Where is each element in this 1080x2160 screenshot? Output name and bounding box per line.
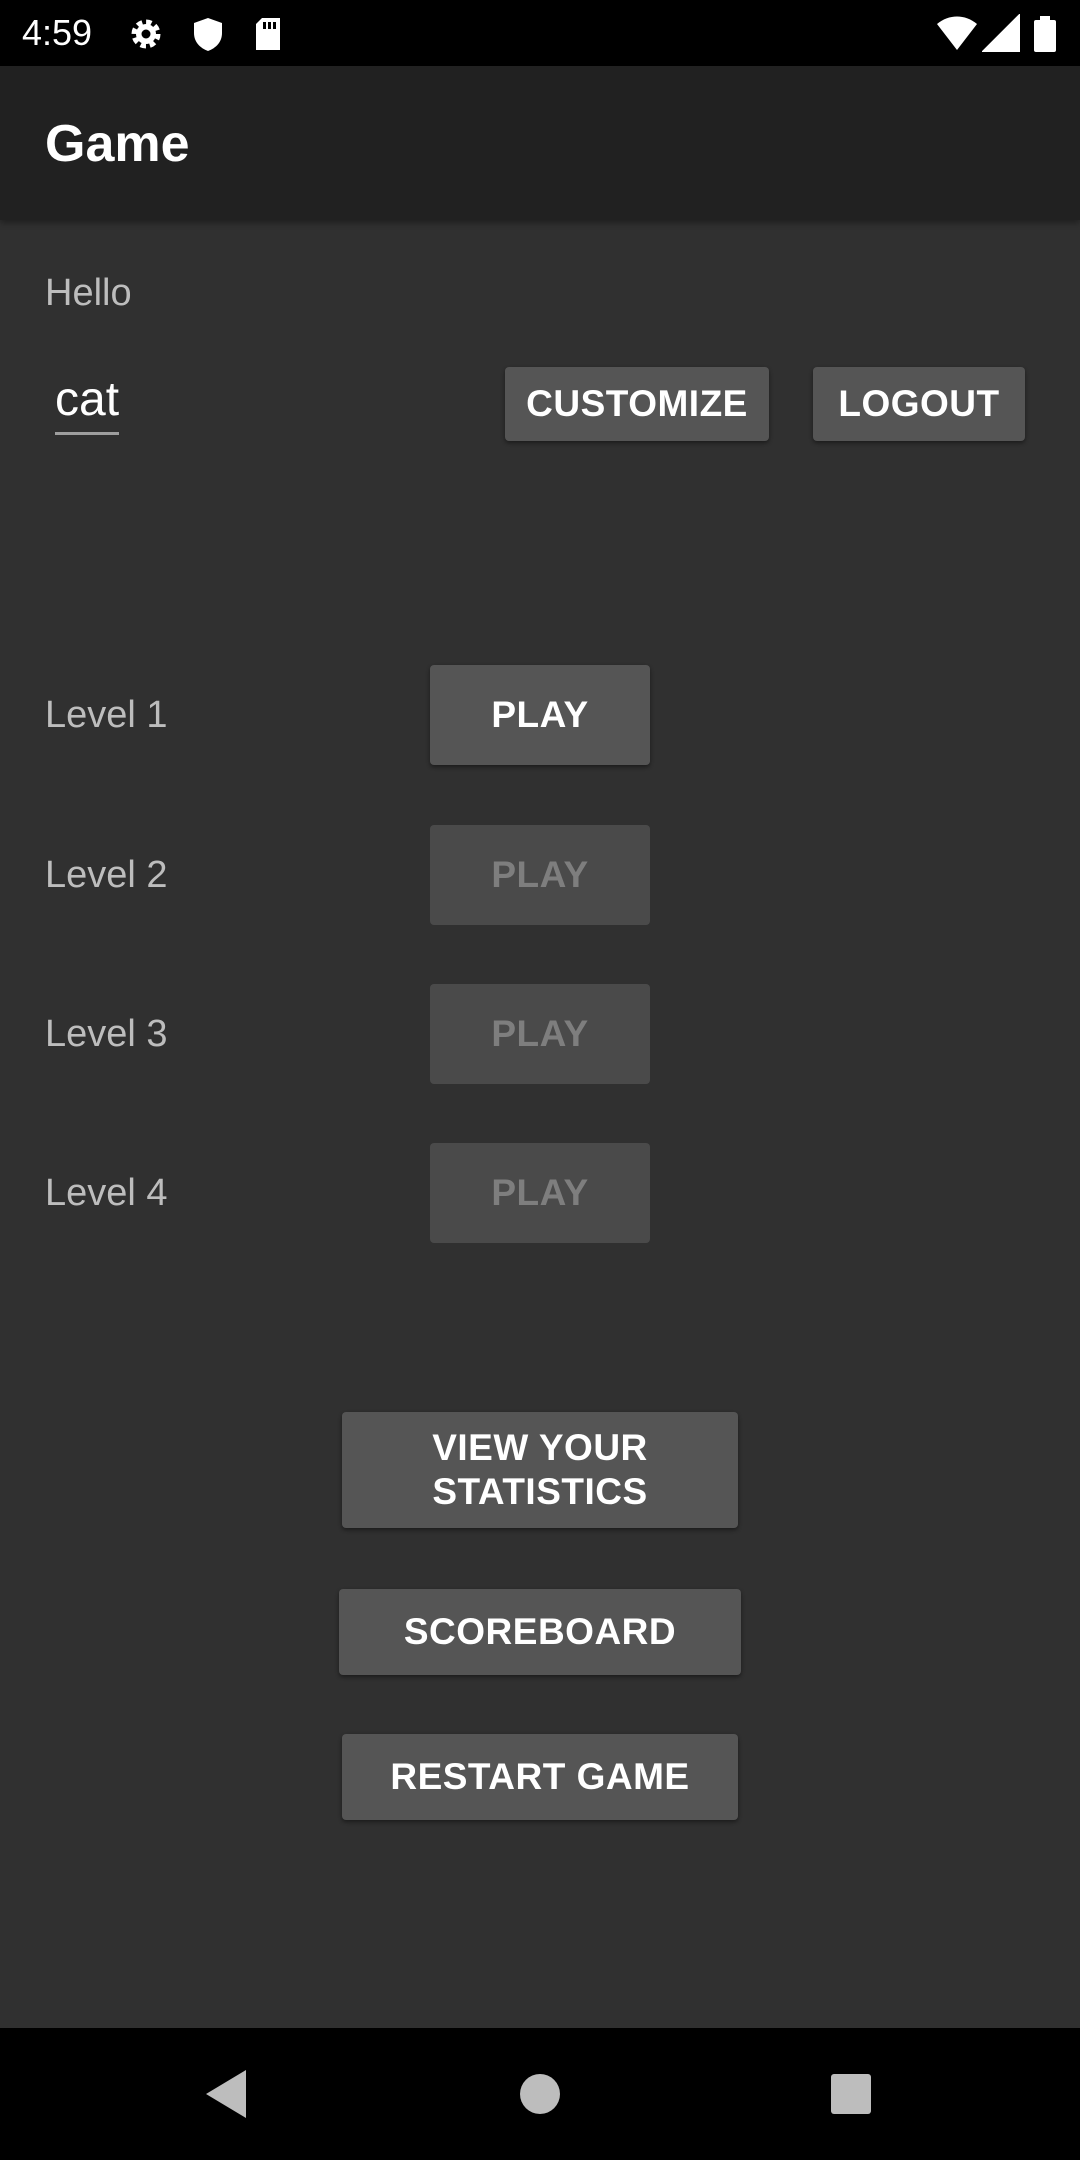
wifi-icon bbox=[935, 14, 979, 54]
level-2-play-button[interactable]: PLAY bbox=[430, 825, 650, 925]
level-4-label: Level 4 bbox=[45, 1172, 168, 1214]
status-bar: 4:59 bbox=[0, 0, 1080, 66]
settings-icon bbox=[126, 14, 166, 54]
restart-game-button[interactable]: RESTART GAME bbox=[342, 1734, 738, 1820]
shield-icon bbox=[188, 14, 228, 54]
navigation-bar bbox=[0, 2028, 1080, 2160]
recents-icon[interactable] bbox=[821, 2064, 881, 2124]
view-statistics-button[interactable]: VIEW YOUR STATISTICS bbox=[342, 1412, 738, 1528]
main-content: Hello cat CUSTOMIZE LOGOUT Level 1 PLAY … bbox=[0, 220, 1080, 2028]
status-time: 4:59 bbox=[22, 12, 93, 53]
username-field[interactable]: cat bbox=[55, 372, 120, 435]
hello-label: Hello bbox=[45, 272, 132, 314]
level-3-play-button[interactable]: PLAY bbox=[430, 984, 650, 1084]
level-3-label: Level 3 bbox=[45, 1013, 168, 1055]
battery-icon bbox=[1030, 14, 1060, 54]
app-title: Game bbox=[45, 115, 190, 173]
level-2-label: Level 2 bbox=[45, 854, 168, 896]
sd-card-icon bbox=[248, 14, 288, 54]
home-icon[interactable] bbox=[510, 2064, 570, 2124]
signal-icon bbox=[981, 13, 1022, 54]
app-bar: Game bbox=[0, 66, 1080, 220]
level-4-play-button[interactable]: PLAY bbox=[430, 1143, 650, 1243]
scoreboard-button[interactable]: SCOREBOARD bbox=[339, 1589, 741, 1675]
level-1-play-button[interactable]: PLAY bbox=[430, 665, 650, 765]
customize-button[interactable]: CUSTOMIZE bbox=[505, 367, 769, 441]
back-icon[interactable] bbox=[196, 2064, 256, 2124]
level-1-label: Level 1 bbox=[45, 694, 168, 736]
logout-button[interactable]: LOGOUT bbox=[813, 367, 1025, 441]
